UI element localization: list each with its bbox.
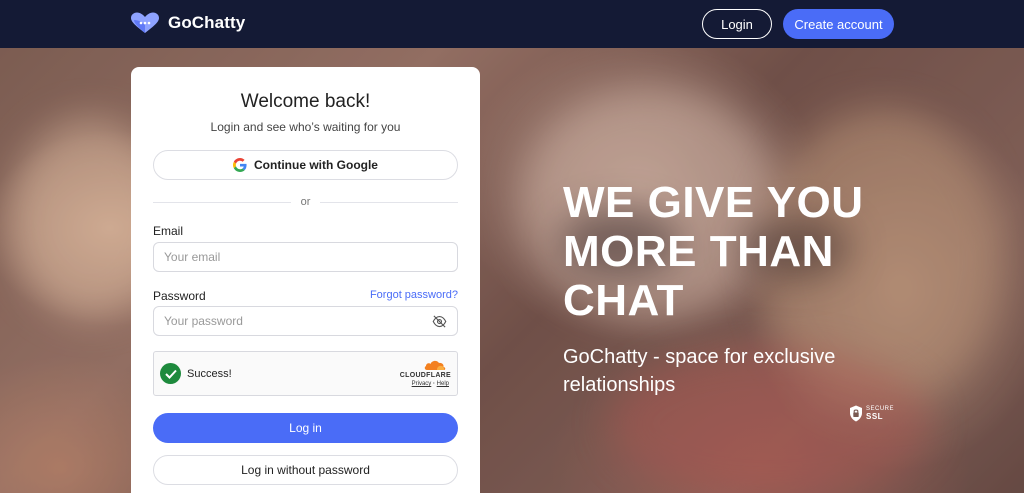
- or-divider: or: [153, 194, 458, 210]
- cloudflare-branding: CLOUDFLARE Privacy · Help: [393, 359, 451, 389]
- captcha-status: Success!: [187, 368, 232, 380]
- login-button[interactable]: Log in: [153, 413, 458, 443]
- cloudflare-links: Privacy · Help: [412, 381, 449, 387]
- check-icon: [160, 363, 181, 384]
- hero-headline: WE GIVE YOU MORE THAN CHAT: [563, 178, 864, 325]
- email-placeholder: Your email: [164, 250, 221, 264]
- top-navigation: GoChatty Login Create account: [0, 0, 1024, 48]
- ssl-bottom-text: SSL: [866, 411, 884, 421]
- privacy-link[interactable]: Privacy: [412, 381, 432, 387]
- google-icon: [233, 158, 247, 172]
- eye-off-icon[interactable]: [432, 315, 447, 328]
- cloudflare-name: CLOUDFLARE: [399, 372, 451, 379]
- email-field[interactable]: Your email: [153, 242, 458, 272]
- cloudflare-icon: [424, 360, 446, 370]
- logo-icon: [131, 12, 159, 33]
- google-button-label: Continue with Google: [254, 158, 378, 172]
- password-label: Password: [153, 289, 206, 303]
- divider-text: or: [300, 196, 311, 208]
- cloudflare-captcha: Success! CLOUDFLARE Privacy · Help: [153, 351, 458, 396]
- card-subtitle: Login and see who’s waiting for you: [210, 120, 401, 134]
- header-login-button[interactable]: Login: [702, 9, 772, 39]
- brand[interactable]: GoChatty: [130, 12, 245, 34]
- continue-with-google-button[interactable]: Continue with Google: [153, 150, 458, 180]
- links-separator: ·: [432, 381, 435, 387]
- password-field[interactable]: Your password: [153, 306, 458, 336]
- email-label: Email: [153, 224, 184, 238]
- help-link[interactable]: Help: [437, 381, 449, 387]
- secure-ssl-badge: SECURE SSL: [849, 405, 894, 422]
- password-placeholder: Your password: [164, 314, 243, 328]
- login-without-password-button[interactable]: Log in without password: [153, 455, 458, 485]
- create-account-button[interactable]: Create account: [783, 9, 894, 39]
- shield-icon: [850, 405, 862, 422]
- hero-tagline: GoChatty - space for exclusive relations…: [563, 346, 836, 396]
- brand-name: GoChatty: [168, 13, 246, 32]
- forgot-password-link[interactable]: Forgot password?: [370, 289, 458, 301]
- card-title: Welcome back!: [240, 91, 371, 112]
- login-card: Welcome back! Login and see who’s waitin…: [131, 67, 480, 493]
